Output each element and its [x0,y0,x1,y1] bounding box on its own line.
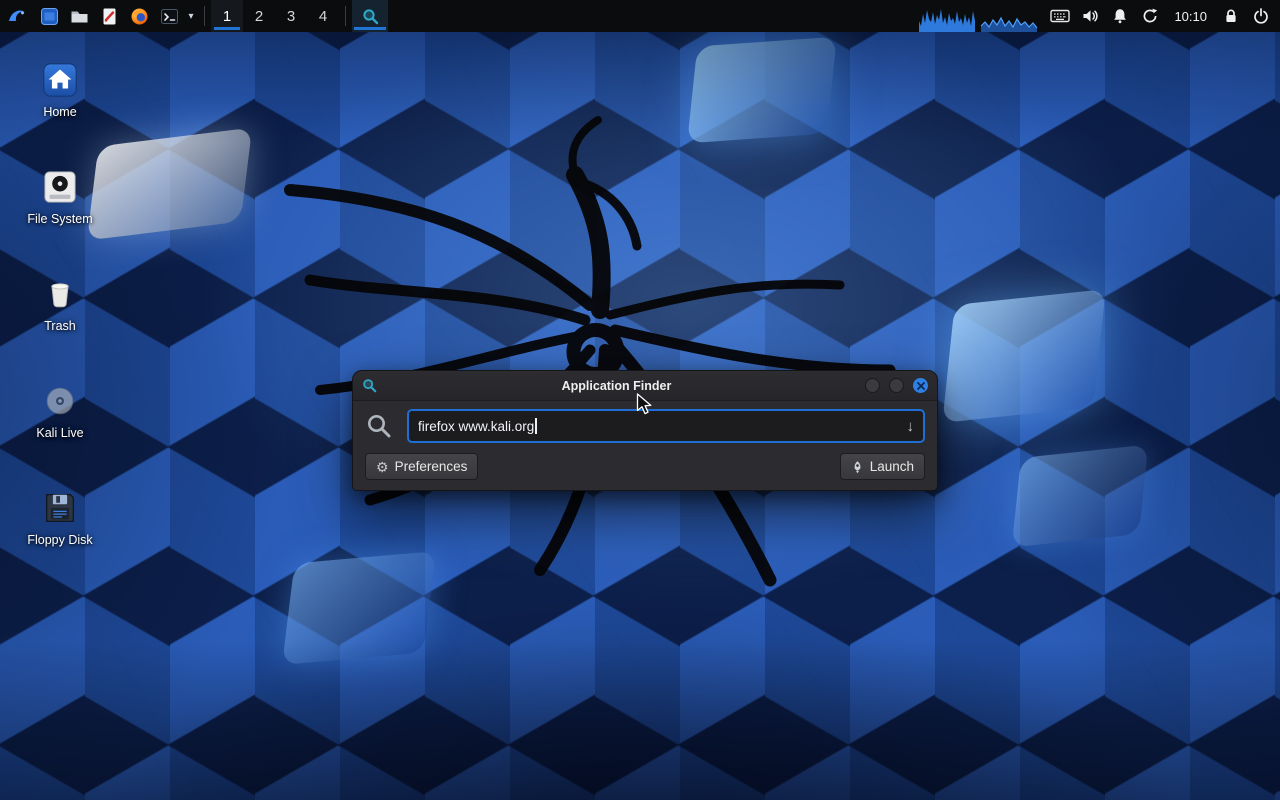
desktop-icon-home[interactable]: Home [0,60,120,120]
updates-icon [1141,7,1159,25]
gear-icon: ⚙ [376,460,389,474]
desktop-icon-file-system[interactable]: File System [0,167,120,227]
app-finder-task-icon [362,8,379,25]
preferences-button[interactable]: ⚙ Preferences [365,453,478,480]
workspace-switcher: 1 2 3 4 [211,0,339,32]
minimize-button[interactable] [865,378,880,393]
firefox-launcher[interactable] [124,0,154,32]
app-finder-window-icon [362,378,377,393]
task-button-application-finder[interactable] [352,0,388,32]
text-editor-launcher[interactable] [94,0,124,32]
window-title: Application Finder [377,379,856,393]
volume-button[interactable] [1075,0,1105,32]
clock[interactable]: 10:10 [1165,9,1216,24]
top-panel: ▾ 1 2 3 4 [0,0,1280,32]
text-caret [535,418,537,434]
volume-icon [1081,7,1099,25]
panel-right: 10:10 [919,0,1280,32]
launch-button[interactable]: Launch [840,453,925,480]
workspace-4-button[interactable]: 4 [307,0,339,32]
close-icon [917,382,925,390]
application-finder-window: Application Finder firefox www.kali.org [352,370,938,491]
search-input-value: firefox www.kali.org [418,419,534,434]
bell-icon [1111,7,1129,25]
desktop-icon-label: Home [43,105,76,120]
maximize-button[interactable] [889,378,904,393]
workspace-3-button[interactable]: 3 [275,0,307,32]
logout-button[interactable] [1246,0,1276,32]
titlebar[interactable]: Application Finder [353,371,937,401]
desktop: ▾ 1 2 3 4 [0,0,1280,800]
lock-icon [1222,7,1240,25]
launch-icon [851,460,864,474]
folder-launcher[interactable] [64,0,94,32]
desktop-icon-kali-live[interactable]: Kali Live [0,381,120,441]
preferences-button-label: Preferences [395,459,468,474]
notifications-button[interactable] [1105,0,1135,32]
desktop-icon-label: Floppy Disk [27,533,92,548]
system-monitor-graph[interactable] [919,0,1039,32]
workspace-1-button[interactable]: 1 [211,0,243,32]
terminal-launcher[interactable] [154,0,184,32]
applications-menu-button[interactable] [0,0,34,32]
desktop-icon-floppy-disk[interactable]: Floppy Disk [0,488,120,548]
trash-icon [41,275,79,313]
desktop-icon-label: File System [27,212,92,227]
firefox-icon [130,7,149,26]
file-manager-launcher[interactable] [34,0,64,32]
desktop-icon-column: Home File System Trash Kal [0,60,120,595]
home-icon [41,61,79,99]
file-manager-icon [40,7,59,26]
terminal-dropdown-button[interactable]: ▾ [184,0,198,32]
search-input[interactable]: firefox www.kali.org ↓ [407,409,925,443]
text-editor-icon [100,7,119,26]
disc-icon [41,382,79,420]
kali-menu-icon [6,5,28,27]
terminal-icon [160,7,179,26]
floppy-disk-icon [41,489,79,527]
chevron-down-icon: ▾ [185,11,197,22]
window-body: firefox www.kali.org ↓ ⚙ Preferences [353,401,937,490]
desktop-icon-label: Trash [44,319,76,334]
desktop-icon-label: Kali Live [36,426,83,441]
file-system-icon [41,168,79,206]
workspace-2-button[interactable]: 2 [243,0,275,32]
search-icon [365,413,393,439]
folder-icon [70,7,89,26]
updates-button[interactable] [1135,0,1165,32]
panel-separator [345,6,346,26]
close-button[interactable] [913,378,928,393]
combo-dropdown-arrow[interactable]: ↓ [901,419,915,434]
power-icon [1252,7,1270,25]
panel-separator [204,6,205,26]
keyboard-icon [1050,9,1070,23]
lock-screen-button[interactable] [1216,0,1246,32]
keyboard-indicator[interactable] [1045,0,1075,32]
launch-button-label: Launch [870,459,914,474]
desktop-icon-trash[interactable]: Trash [0,274,120,334]
